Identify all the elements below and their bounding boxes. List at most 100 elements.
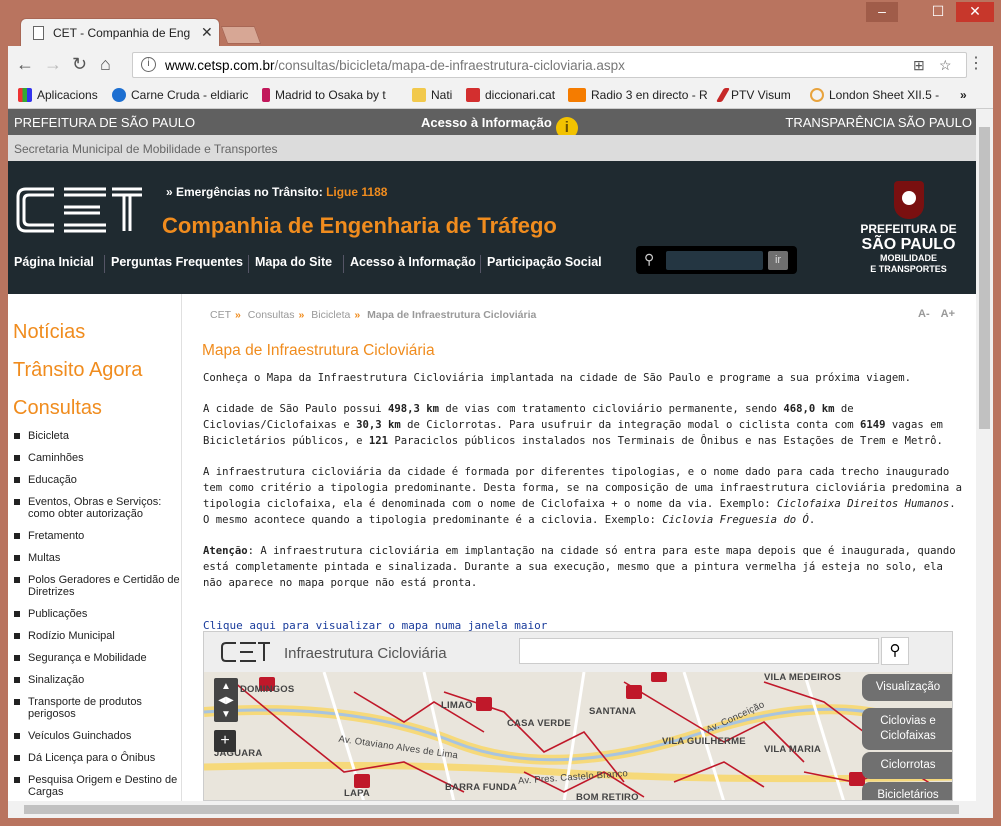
breadcrumb-consultas[interactable]: Consultas [248, 309, 295, 321]
emergencias-phone[interactable]: Ligue 1188 [326, 185, 387, 199]
sidebar-item-veiculos[interactable]: Veículos Guinchados [14, 730, 182, 742]
page-viewport: PREFEITURA DE SÃO PAULO Acesso à Informa… [8, 109, 976, 801]
font-decrease-button[interactable]: A- [918, 308, 930, 320]
sidebar-item-multas[interactable]: Multas [14, 552, 182, 564]
sidebar-item-transporte[interactable]: Transporte de produtos perigosos [14, 696, 182, 720]
search-input[interactable] [666, 251, 763, 270]
bookmark-ptv-visum[interactable]: PTV Visum [715, 88, 791, 102]
example-ciclofaixa: Ciclofaixa Direitos Humanos [777, 497, 950, 510]
scroll-thumb[interactable] [979, 127, 990, 429]
cet-logo[interactable] [14, 183, 144, 237]
text: . [808, 513, 816, 526]
url-text: www.cetsp.com.br/consultas/bicicleta/map… [165, 58, 625, 73]
bookmark-aplicacions[interactable]: Aplicacions [18, 88, 98, 102]
sidebar-item-eventos[interactable]: Eventos, Obras e Serviços: como obter au… [14, 496, 182, 520]
info-icon[interactable]: i [141, 57, 156, 72]
home-icon[interactable]: ⌂ [100, 54, 111, 74]
bookmark-star-icon[interactable]: ☆ [939, 57, 952, 74]
embedded-map[interactable]: Infraestrutura Cicloviária ⚲ DOMINGOS LI… [203, 631, 953, 801]
sidebar-item-fretamento[interactable]: Fretamento [14, 530, 182, 542]
map-label: LAPA [344, 788, 370, 799]
maximize-icon[interactable]: ☐ [922, 2, 954, 22]
sidebar-item-label: Pesquisa Origem e Destino de Cargas [28, 774, 178, 798]
address-bar[interactable]: i www.cetsp.com.br/consultas/bicicleta/m… [132, 52, 967, 78]
transparencia-link[interactable]: TRANSPARÊNCIA SÃO PAULO [785, 115, 972, 130]
sidebar-item-caminhoes[interactable]: Caminhões [14, 452, 182, 464]
sidebar-consultas[interactable]: Consultas [13, 397, 102, 420]
map-search-icon[interactable]: ⚲ [881, 637, 909, 665]
bookmark-icon [715, 88, 731, 102]
sidebar-item-sinalizacao[interactable]: Sinalização [14, 674, 182, 686]
new-tab-button[interactable] [220, 26, 262, 44]
prefeitura-link[interactable]: PREFEITURA DE SÃO PAULO [14, 115, 195, 130]
menu-icon[interactable]: ⋮ [968, 54, 984, 74]
bookmark-madrid-osaka[interactable]: Madrid to Osaka by t [262, 88, 386, 102]
close-tab-icon[interactable]: ✕ [201, 24, 213, 41]
map-tab-ciclovias[interactable]: Ciclovias e Ciclofaixas [862, 708, 952, 750]
sidebar-item-seguranca[interactable]: Segurança e Mobilidade [14, 652, 182, 664]
forward-arrow-icon[interactable]: → [44, 54, 62, 74]
bookmark-icon [112, 88, 126, 102]
nav-divider [480, 255, 481, 273]
nav-acesso-informacao[interactable]: Acesso à Informação [350, 255, 476, 269]
close-window-icon[interactable]: ✕ [956, 2, 994, 22]
vertical-scrollbar[interactable] [976, 109, 993, 801]
bookmark-radio3[interactable]: Radio 3 en directo - R [568, 88, 708, 102]
search-icon: ⚲ [644, 251, 655, 267]
breadcrumb-cet[interactable]: CET [210, 309, 231, 321]
font-increase-button[interactable]: A+ [941, 308, 955, 320]
stat-ciclovias-km: 468,0 km [783, 403, 835, 415]
gov-top-bar: PREFEITURA DE SÃO PAULO Acesso à Informa… [8, 109, 976, 139]
bookmark-diccionari[interactable]: diccionari.cat [466, 88, 555, 102]
bookmark-label: Radio 3 en directo - R [591, 88, 708, 102]
map-tab-ciclorrotas[interactable]: Ciclorrotas [862, 752, 952, 779]
map-pan-control[interactable]: ▲ ◀▶ ▼ [214, 678, 238, 722]
bookmark-icon [466, 88, 480, 102]
map-tab-bicicletarios[interactable]: Bicicletários [862, 782, 952, 800]
map-tab-visualizacao[interactable]: Visualização [862, 674, 952, 701]
breadcrumb-bicicleta[interactable]: Bicicleta [311, 309, 350, 321]
reload-icon[interactable]: ↻ [72, 54, 87, 74]
bookmark-label: Madrid to Osaka by t [275, 88, 386, 102]
zoom-in-button[interactable]: + [214, 730, 236, 752]
sidebar: Notícias Trânsito Agora Consultas Bicicl… [8, 294, 182, 801]
translate-icon[interactable]: ⊞ [913, 57, 925, 74]
map-label: CASA VERDE [507, 718, 571, 729]
breadcrumb-separator: » [354, 309, 361, 321]
prefeitura-line4: E TRANSPORTES [870, 264, 947, 274]
page-icon [33, 26, 44, 40]
emergencias-line: » Emergências no Trânsito: Ligue 1188 [166, 185, 387, 199]
tab-cet[interactable]: CET - Companhia de Eng ✕ [20, 18, 220, 46]
sidebar-item-label: Multas [28, 552, 61, 564]
more-bookmarks-icon[interactable]: » [960, 88, 967, 102]
sidebar-item-educacao[interactable]: Educação [14, 474, 182, 486]
back-arrow-icon[interactable]: ← [16, 54, 34, 74]
sidebar-item-label: Rodízio Municipal [28, 630, 115, 642]
sidebar-item-polos[interactable]: Polos Geradores e Certidão de Diretrizes [14, 574, 182, 598]
sidebar-transito-agora[interactable]: Trânsito Agora [13, 359, 142, 382]
sidebar-item-bicicleta[interactable]: Bicicleta [14, 430, 182, 442]
sidebar-item-da-licenca[interactable]: Dá Licença para o Ônibus [14, 752, 182, 764]
horizontal-scrollbar[interactable] [8, 801, 993, 818]
map-canvas[interactable]: DOMINGOS LIMAO CASA VERDE SANTANA VILA G… [204, 672, 952, 800]
bookmark-london-sheet[interactable]: London Sheet XII.5 - [810, 88, 939, 102]
tab-strip: CET - Companhia de Eng ✕ – ☐ ✕ [8, 0, 994, 46]
scroll-thumb[interactable] [24, 805, 959, 814]
minimize-icon[interactable]: – [866, 2, 898, 22]
bookmark-label: diccionari.cat [485, 88, 556, 102]
nav-pagina-inicial[interactable]: Página Inicial [14, 255, 94, 269]
bookmark-nati[interactable]: Nati [412, 88, 452, 102]
sidebar-item-publicacoes[interactable]: Publicações [14, 608, 182, 620]
bookmark-carne-cruda[interactable]: Carne Cruda - eldiaric [112, 88, 248, 102]
map-search-input[interactable] [519, 638, 879, 664]
bookmark-label: London Sheet XII.5 - [829, 88, 940, 102]
sidebar-item-pesquisa-od[interactable]: Pesquisa Origem e Destino de Cargas [14, 774, 182, 798]
prefeitura-logo[interactable]: PREFEITURA DE SÃO PAULO MOBILIDADE E TRA… [856, 181, 961, 275]
nav-perguntas-frequentes[interactable]: Perguntas Frequentes [111, 255, 243, 269]
search-button[interactable]: ir [768, 251, 788, 270]
sidebar-item-label: Fretamento [28, 530, 85, 542]
sidebar-noticias[interactable]: Notícias [13, 321, 85, 344]
nav-mapa-do-site[interactable]: Mapa do Site [255, 255, 332, 269]
sidebar-item-rodizio[interactable]: Rodízio Municipal [14, 630, 182, 642]
nav-participacao-social[interactable]: Participação Social [487, 255, 602, 269]
